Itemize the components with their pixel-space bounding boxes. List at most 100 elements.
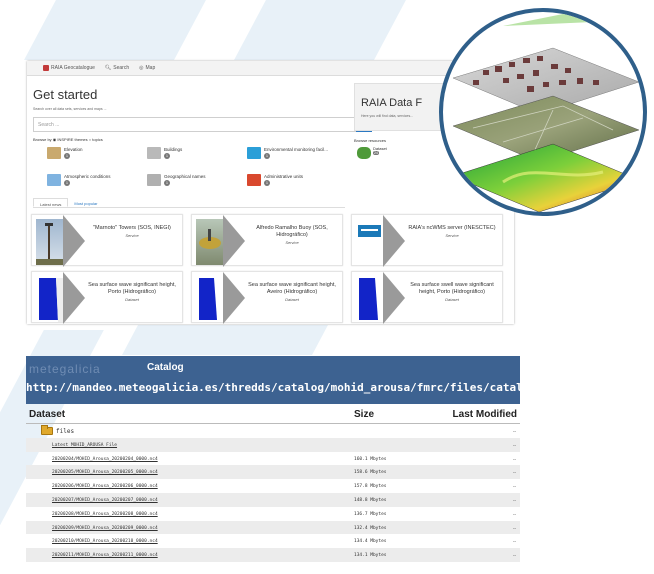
top-layer-strip — [503, 12, 643, 52]
catalog-table-header: Dataset Size Last Modified — [26, 408, 520, 424]
nav-home-label: RAIA Geocatalogue — [51, 65, 95, 71]
theme-label: Administrative units — [264, 174, 304, 179]
card-kind: Dataset — [125, 296, 139, 302]
theme-count: 1 — [164, 180, 170, 187]
background-stripe — [122, 325, 328, 355]
theme-count: 1 — [264, 153, 270, 160]
dataset-link[interactable]: 20200210/MOHID_Arousa_20200210_0000.nc4 — [52, 539, 158, 544]
browse-resources-label: Browse resources — [354, 138, 387, 143]
folder-modified: -- — [513, 429, 516, 434]
layer-stack-graphic — [452, 12, 643, 212]
dataset-link[interactable]: 20200206/MOHID_Arousa_20200206_0000.nc4 — [52, 484, 158, 489]
card-kind: Service — [445, 232, 459, 238]
dataset-size: 134.4 Mbytes — [354, 539, 387, 545]
tab-most-popular[interactable]: Most popular — [68, 198, 103, 207]
theme-geographical-names[interactable]: Geographical names 1 — [147, 174, 206, 187]
page-subtitle: Search over all data sets, services and … — [33, 107, 107, 111]
dataset-modified: -- — [513, 456, 516, 462]
elevation-icon — [47, 147, 61, 159]
table-row: 20200206/MOHID_Arousa_20200206_0000.nc4 … — [26, 479, 520, 493]
result-card[interactable]: Sea surface wave significant height, Por… — [31, 271, 183, 324]
dataset-icon[interactable] — [357, 147, 371, 159]
theme-label: Buildings — [164, 147, 183, 152]
dataset-modified: -- — [513, 553, 516, 559]
dataset-size: 136.7 Mbytes — [354, 511, 387, 517]
folder-row[interactable]: files -- — [26, 424, 520, 438]
theme-elevation[interactable]: Elevation 1 — [47, 147, 83, 160]
wave-map-thumbnail — [356, 276, 383, 322]
dataset-link[interactable]: 20200211/MOHID_Arousa_20200211_0000.nc4 — [52, 553, 158, 558]
table-row: 20200210/MOHID_Arousa_20200210_0000.nc4 … — [26, 534, 520, 548]
folder-name[interactable]: files — [56, 428, 74, 435]
dataset-link[interactable]: 20200204/MOHID_Arousa_20200204_0000.nc4 — [52, 457, 158, 462]
dataset-modified: -- — [513, 442, 516, 448]
inesctec-logo-thumbnail — [356, 219, 383, 265]
nav-map-label: Map — [145, 65, 156, 71]
theme-label: Elevation — [64, 147, 83, 152]
card-title: Sea surface swell wave significant heigh… — [410, 282, 494, 295]
background-stripe — [234, 0, 406, 60]
dataset-count: 24 — [373, 151, 379, 155]
dataset-link[interactable]: 20200207/MOHID_Arousa_20200207_0000.nc4 — [52, 498, 158, 503]
nav-home[interactable]: RAIA Geocatalogue — [43, 65, 95, 71]
dataset-size: 157.8 Mbytes — [354, 484, 387, 490]
result-card[interactable]: "Marnoto" Towers (SOS, INEGI) Service — [31, 214, 183, 267]
buoy-thumbnail — [196, 219, 223, 265]
search-icon: 🔍︎ — [104, 65, 112, 71]
atmosphere-icon — [47, 174, 61, 186]
table-row: 20200209/MOHID_Arousa_20200209_0000.nc4 … — [26, 520, 520, 535]
raia-subtitle: Here you will find data, services... — [361, 114, 414, 118]
theme-buildings[interactable]: Buildings 1 — [147, 147, 183, 160]
column-dataset: Dataset — [29, 409, 66, 420]
result-card[interactable]: Alfredo Ramalho Buoy (SOS, Hidrográfico)… — [191, 214, 343, 267]
nav-search[interactable]: 🔍︎ Search — [105, 65, 129, 71]
card-title: Sea surface wave significant height, Ave… — [248, 282, 336, 295]
card-title: Sea surface wave significant height, Por… — [88, 282, 176, 295]
table-row: 20200208/MOHID_Arousa_20200208_0000.nc4 … — [26, 507, 520, 521]
dataset-size: 160.1 Mbytes — [354, 456, 387, 462]
page-title: Get started — [33, 87, 98, 102]
nav-map[interactable]: ◎ Map — [139, 65, 155, 71]
result-card[interactable]: Sea surface wave significant height, Ave… — [191, 271, 343, 324]
dataset-size: 158.6 Mbytes — [354, 470, 387, 476]
dataset-modified: -- — [513, 470, 516, 476]
theme-administrative-units[interactable]: Administrative units 1 — [247, 174, 304, 187]
theme-label: Atmospheric conditions — [64, 174, 111, 179]
folder-icon — [41, 425, 53, 435]
dataset-size: 132.4 Mbytes — [354, 525, 387, 531]
column-last-modified: Last Modified — [452, 409, 517, 420]
theme-environmental-monitoring[interactable]: Environmental monitoring facil... 1 — [247, 147, 328, 160]
card-title: RAIA's ncWMS server (INESCTEC) — [408, 225, 496, 231]
card-title: Alfredo Ramalho Buoy (SOS, Hidrográfico) — [256, 225, 328, 238]
theme-label: Geographical names — [164, 174, 206, 179]
card-kind: Service — [125, 232, 139, 238]
dataset-link[interactable]: Latest MOHID_AROUSA File — [52, 443, 117, 448]
dataset-link[interactable]: 20200205/MOHID_Arousa_20200205_0000.nc4 — [52, 470, 158, 475]
tab-latest-news[interactable]: Latest news — [33, 198, 69, 207]
dataset-link[interactable]: 20200209/MOHID_Arousa_20200209_0000.nc4 — [52, 526, 158, 531]
dataset-modified: -- — [513, 511, 516, 517]
theme-atmospheric-conditions[interactable]: Atmospheric conditions 1 — [47, 174, 111, 187]
table-row: 20200211/MOHID_Arousa_20200211_0000.nc4 … — [26, 548, 520, 562]
theme-count: 1 — [64, 180, 70, 187]
theme-grid: Elevation 1 Buildings 1 Environmental moni… — [33, 145, 363, 205]
dataset-label: Dataset — [373, 146, 387, 151]
wave-map-thumbnail — [196, 276, 223, 322]
result-card[interactable]: Sea surface swell wave significant heigh… — [351, 271, 503, 324]
dataset-size: 148.8 Mbytes — [354, 497, 387, 503]
result-card[interactable]: RAIA's ncWMS server (INESCTEC) Service — [351, 214, 503, 267]
monitoring-icon — [247, 147, 261, 159]
raia-title: RAIA Data F — [361, 97, 423, 109]
dataset-link[interactable]: 20200208/MOHID_Arousa_20200208_0000.nc4 — [52, 512, 158, 517]
table-row: 20200205/MOHID_Arousa_20200205_0000.nc4 … — [26, 465, 520, 480]
card-kind: Service — [285, 239, 299, 245]
admin-units-icon — [247, 174, 261, 186]
gis-layers-illustration — [439, 8, 647, 216]
table-row: Latest MOHID_AROUSA File -- — [26, 437, 520, 452]
nav-search-label: Search — [113, 65, 130, 71]
search-input[interactable]: Search ... — [33, 117, 372, 132]
dataset-modified: -- — [513, 539, 516, 545]
catalog-title: Catalog — [147, 362, 184, 373]
brand-icon — [43, 65, 49, 71]
wave-map-thumbnail — [36, 276, 63, 322]
